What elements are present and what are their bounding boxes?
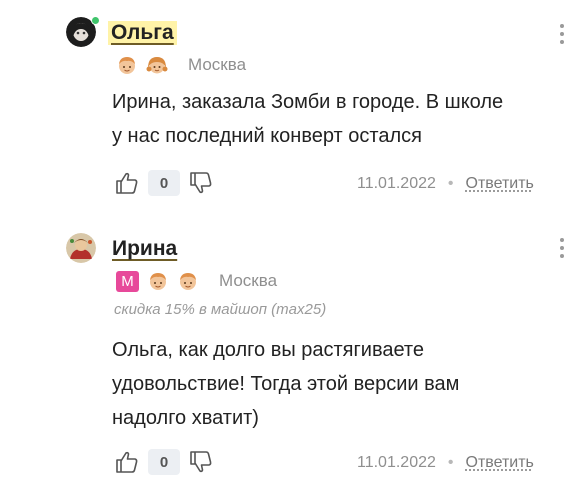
comment-text-line: Ирина, заказала Зомби в городе. В школе [112,91,504,113]
boy-icon [119,57,135,74]
user-badges: M Москва [116,270,277,292]
user-badges: Москва [116,54,246,76]
thumbs-down-icon[interactable] [188,449,214,475]
comment-text: Ирина, заказала Зомби в городе. В школе … [112,85,503,153]
author-name[interactable]: Ирина [112,237,177,261]
like-count: 0 [148,449,180,475]
comment-date: 11.01.2022 [357,175,436,192]
comment-text: Ольга, как долго вы растягиваете удоволь… [112,333,459,435]
more-menu-icon[interactable] [557,238,567,258]
promo-text: скидка 15% в майшоп (max25) [114,301,327,318]
thumbs-up-icon[interactable] [114,170,140,196]
city-label: Москва [219,271,278,290]
vote-controls: 0 [114,449,214,475]
like-count: 0 [148,170,180,196]
boy-icon [180,273,196,290]
vote-controls: 0 [114,170,214,196]
meta-separator: • [447,175,454,192]
online-status-dot [91,16,100,25]
boy-icon [150,273,166,290]
comment-date: 11.01.2022 [357,454,436,471]
reply-link[interactable]: Ответить [466,454,534,472]
comment-meta: 11.01.2022 • Ответить [357,175,534,193]
comment-meta: 11.01.2022 • Ответить [357,454,534,472]
comment-text-line: Ольга, как долго вы растягиваете [112,339,424,361]
girl-icon [146,57,168,74]
more-menu-icon[interactable] [557,24,567,44]
author-name[interactable]: Ольга [108,21,177,45]
city-label: Москва [188,55,247,74]
reply-link[interactable]: Ответить [466,175,534,193]
meta-separator: • [447,454,454,471]
thumbs-down-icon[interactable] [188,170,214,196]
comment-text-line: у нас последний конверт остался [112,125,422,147]
mom-badge: M [116,270,139,292]
avatar[interactable] [66,233,96,263]
thumbs-up-icon[interactable] [114,449,140,475]
comment-text-line: надолго хватит) [112,407,259,429]
comment-text-line: удовольствие! Тогда этой версии вам [112,373,460,395]
